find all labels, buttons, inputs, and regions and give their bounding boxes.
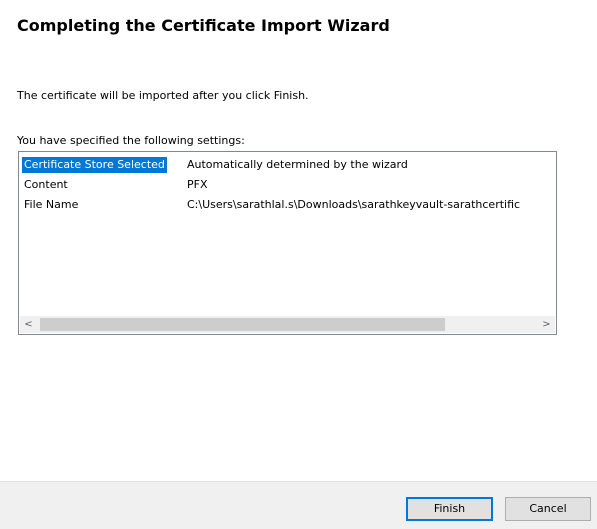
- settings-field-value: C:\Users\sarathlal.s\Downloads\sarathkey…: [187, 198, 521, 211]
- settings-rows: Certificate Store Selected Automatically…: [20, 155, 555, 315]
- settings-row[interactable]: Certificate Store Selected Automatically…: [20, 155, 555, 175]
- settings-list[interactable]: Certificate Store Selected Automatically…: [18, 151, 557, 335]
- settings-field-value: Automatically determined by the wizard: [187, 158, 408, 171]
- settings-field-label: File Name: [24, 198, 79, 211]
- settings-row[interactable]: Content PFX: [20, 175, 555, 195]
- chevron-left-icon[interactable]: <: [20, 316, 37, 333]
- settings-field-label: Certificate Store Selected: [22, 157, 167, 173]
- certificate-import-wizard-page: Completing the Certificate Import Wizard…: [0, 0, 597, 529]
- scrollbar-thumb[interactable]: [40, 318, 445, 331]
- settings-field-value: PFX: [187, 178, 208, 191]
- horizontal-scrollbar[interactable]: < >: [20, 316, 555, 333]
- page-title: Completing the Certificate Import Wizard: [17, 16, 390, 35]
- cancel-button[interactable]: Cancel: [505, 497, 591, 521]
- chevron-right-icon[interactable]: >: [538, 316, 555, 333]
- info-text: The certificate will be imported after y…: [17, 89, 309, 102]
- finish-button[interactable]: Finish: [406, 497, 493, 521]
- settings-label: You have specified the following setting…: [17, 134, 245, 147]
- wizard-footer: Finish Cancel: [0, 481, 597, 529]
- settings-row[interactable]: File Name C:\Users\sarathlal.s\Downloads…: [20, 195, 555, 215]
- settings-field-label: Content: [24, 178, 68, 191]
